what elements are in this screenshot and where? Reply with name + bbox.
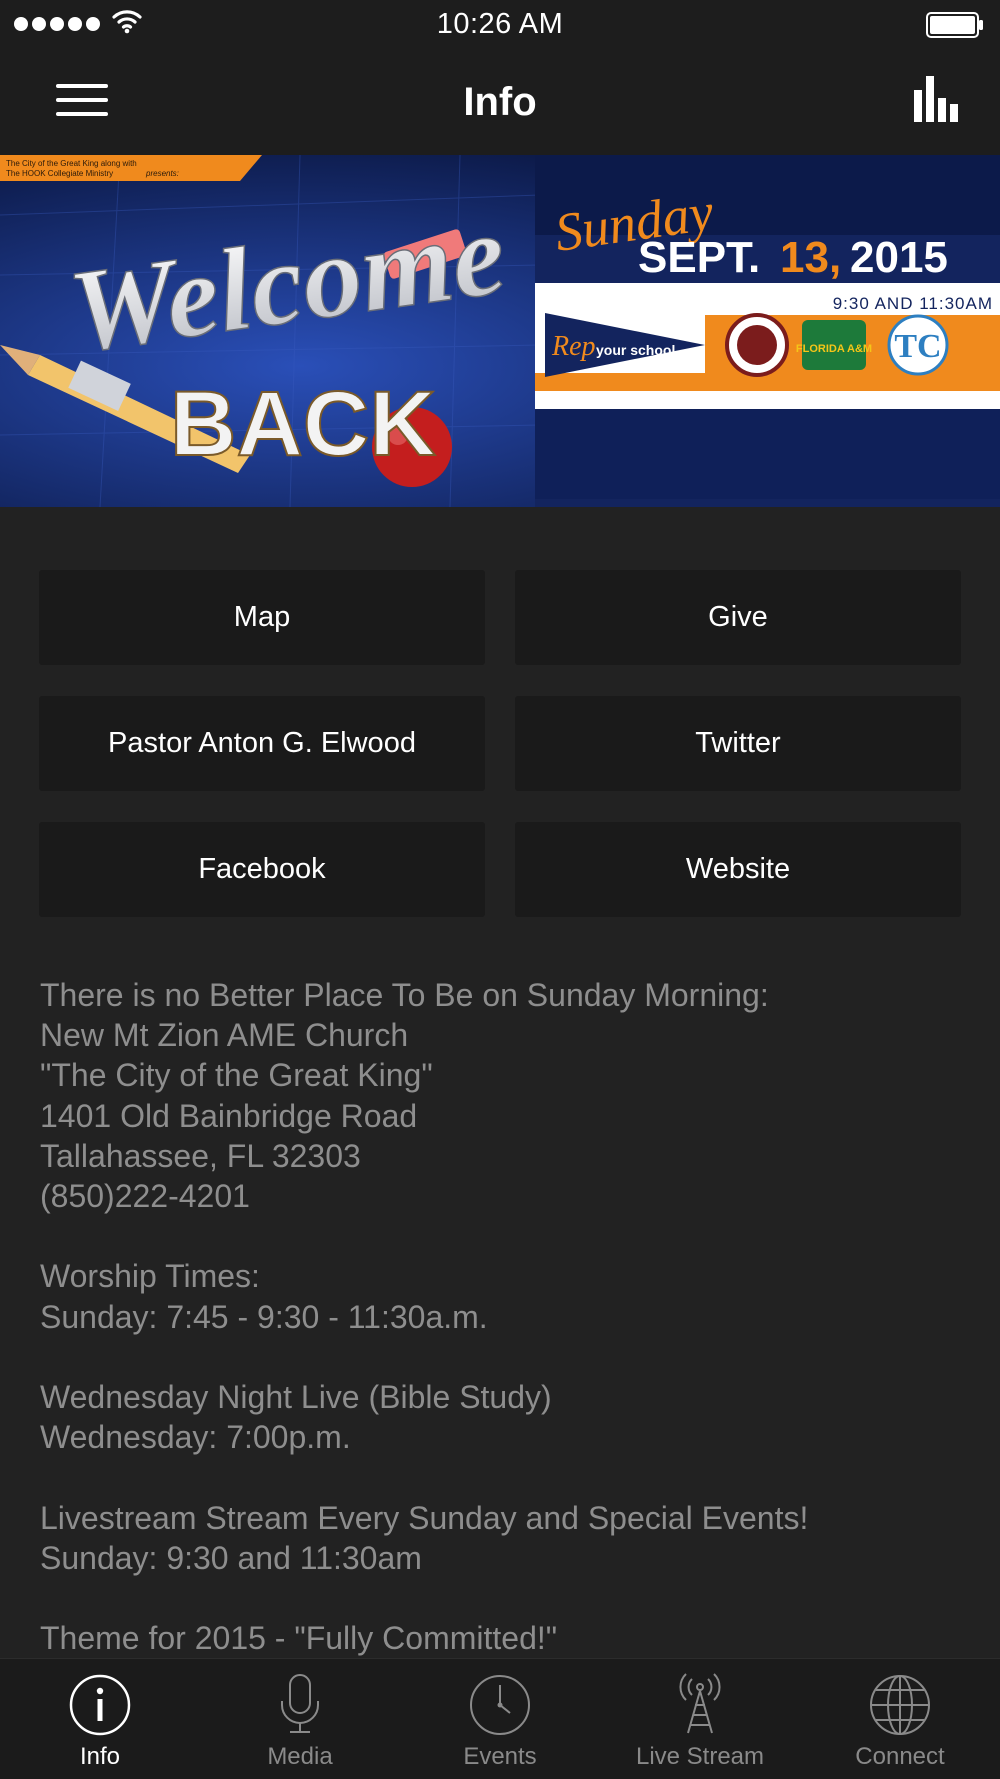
banner-rep: Rep (551, 331, 596, 362)
tab-events[interactable]: Events (400, 1659, 600, 1779)
tab-events-label: Events (463, 1743, 537, 1770)
banner-date-year: 2015 (850, 233, 948, 282)
info-icon (69, 1674, 131, 1736)
battery-icon (926, 12, 983, 38)
svg-text:TC: TC (894, 328, 941, 365)
banner-date-month: SEPT. (638, 233, 760, 282)
tab-media-label: Media (267, 1743, 333, 1770)
pastor-button[interactable]: Pastor Anton G. Elwood (39, 696, 485, 791)
facebook-button[interactable]: Facebook (39, 822, 485, 917)
tab-bar: Info Media Events Live Stream Connect (0, 1658, 1000, 1779)
status-bar: 10:26 AM (0, 0, 1000, 50)
broadcast-tower-icon (679, 1673, 721, 1734)
tab-live-stream-label: Live Stream (635, 1743, 765, 1770)
banner-rep-rest: your school (596, 342, 675, 358)
microphone-icon (281, 1674, 319, 1733)
banner-presenter-line1: The City of the Great King along with (6, 159, 137, 168)
tab-connect[interactable]: Connect (800, 1659, 1000, 1779)
tab-connect-label: Connect (855, 1743, 945, 1770)
website-button[interactable]: Website (515, 822, 961, 917)
banner-times: 9:30 AND 11:30AM (833, 294, 993, 313)
banner-famu-logo: FLORIDA A&M (796, 343, 872, 355)
page-title: Info (463, 80, 537, 124)
banner-back: BACK (170, 373, 436, 475)
banner-graphic: TC The City of the Great King along with… (0, 155, 1000, 507)
status-time: 10:26 AM (436, 8, 564, 40)
banner-date-day: 13, (780, 233, 841, 282)
banner-presenter-line2: The HOOK Collegiate Ministry (6, 169, 113, 178)
welcome-back-banner: TC The City of the Great King along with… (0, 155, 1000, 507)
clock-icon (470, 1675, 530, 1735)
globe-icon (870, 1675, 930, 1735)
church-info-text: There is no Better Place To Be on Sunday… (40, 977, 809, 1657)
banner-presents: presents: (145, 169, 179, 178)
tab-live-stream[interactable]: Live Stream (600, 1659, 800, 1779)
bar-chart-icon[interactable] (914, 76, 960, 122)
tab-media[interactable]: Media (200, 1659, 400, 1779)
tab-info[interactable]: Info (0, 1659, 200, 1779)
twitter-button[interactable]: Twitter (515, 696, 961, 791)
navigation-bar: Info (0, 50, 1000, 155)
tab-info-label: Info (79, 1743, 121, 1770)
give-button[interactable]: Give (515, 570, 961, 665)
map-button[interactable]: Map (39, 570, 485, 665)
